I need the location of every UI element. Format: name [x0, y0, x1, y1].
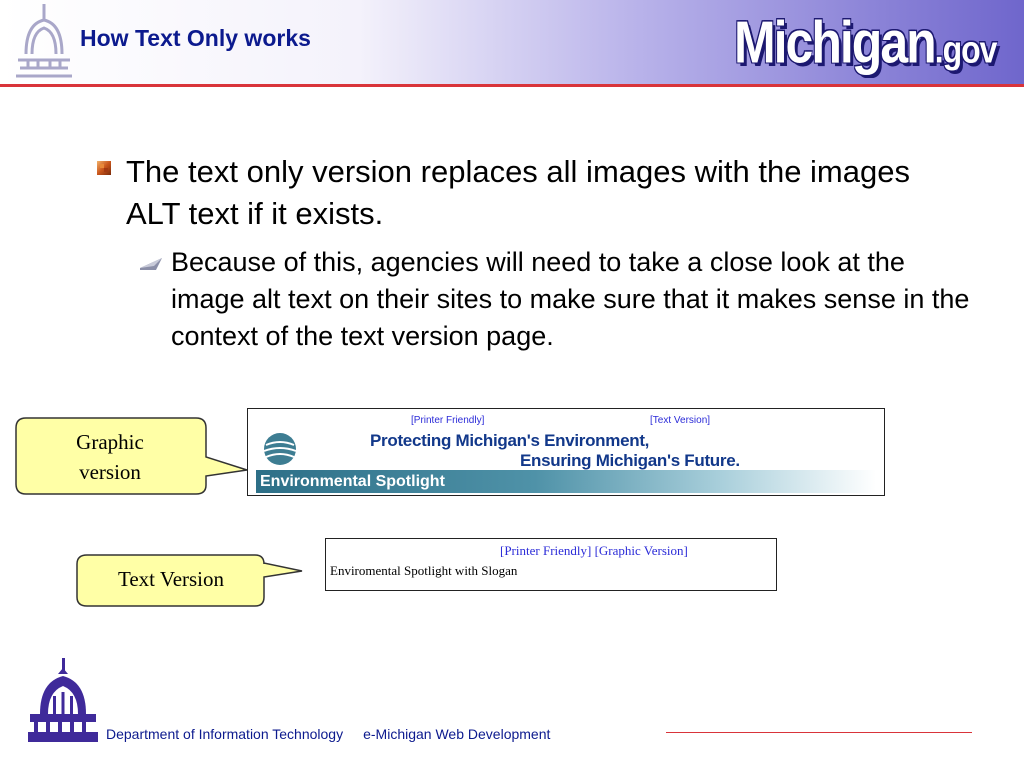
printer-friendly-link[interactable]: [Printer Friendly] [411, 415, 484, 426]
footer-text: Department of Information Technology e-Mi… [106, 726, 550, 742]
michigan-dit-capitol-icon [28, 658, 98, 742]
footer-department: Department of Information Technology [106, 726, 344, 742]
text-version-links[interactable]: [Printer Friendly] [Graphic Version] [500, 543, 688, 559]
graphic-callout-line2: version [79, 460, 141, 484]
globe-icon [263, 433, 297, 465]
graphic-callout-line1: Graphic [76, 430, 144, 454]
callout-shapes [15, 417, 303, 607]
text-callout-label: Text Version [117, 567, 225, 591]
text-version-sample: [Printer Friendly] [Graphic Version] Env… [325, 538, 777, 591]
environmental-spotlight-banner: Environmental Spotlight [256, 470, 876, 493]
footer-program: e-Michigan Web Development [363, 726, 551, 742]
slogan-line1: Protecting Michigan's Environment, [370, 431, 650, 450]
banner-text: Environmental Spotlight [260, 473, 445, 490]
footer-rule [666, 732, 972, 733]
slogan-line2: Ensuring Michigan's Future. [520, 451, 740, 470]
graphic-callout-label: Graphic version [30, 427, 190, 487]
text-version-link[interactable]: [Text Version] [650, 415, 710, 426]
graphic-version-sample: [Printer Friendly] [Text Version] Protec… [247, 408, 885, 496]
text-version-content: Enviromental Spotlight with Slogan [330, 563, 518, 578]
